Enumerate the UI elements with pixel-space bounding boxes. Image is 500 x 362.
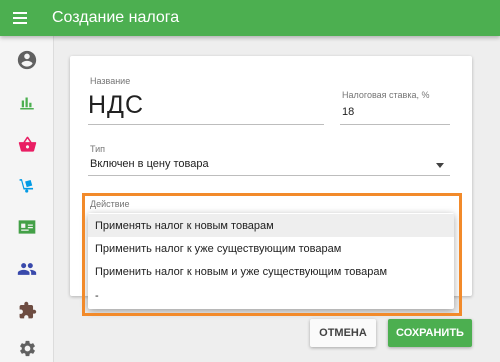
save-button[interactable]: СОХРАНИТЬ <box>388 319 472 347</box>
sidebar-item-settings[interactable] <box>0 333 54 362</box>
sidebar-item-contacts[interactable] <box>0 212 54 242</box>
dolly-icon <box>19 178 33 193</box>
rate-label: Налоговая ставка, % <box>342 90 430 100</box>
name-label: Название <box>90 76 131 86</box>
app-bar: Создание налога <box>0 0 500 36</box>
name-field[interactable]: НДС <box>88 91 144 120</box>
name-field-underline <box>88 124 324 125</box>
sidebar-item-plugins[interactable] <box>0 295 54 325</box>
sidebar-item-account[interactable] <box>0 45 54 75</box>
gear-icon <box>19 340 35 356</box>
type-label: Тип <box>90 144 106 154</box>
highlight-frame <box>82 193 462 316</box>
rate-field-underline <box>340 124 450 125</box>
bar-chart-icon <box>20 97 34 110</box>
cancel-button[interactable]: ОТМЕНА <box>310 319 376 347</box>
sidebar-item-warehouse[interactable] <box>0 170 54 200</box>
rate-field[interactable]: 18 <box>342 106 354 118</box>
type-select-underline <box>88 175 450 176</box>
sidebar-item-users[interactable] <box>0 254 54 284</box>
sidebar-item-orders[interactable] <box>0 129 54 159</box>
page-title: Создание налога <box>52 9 180 26</box>
type-select[interactable]: Включен в цену товара <box>90 158 209 170</box>
sidebar-item-reports[interactable] <box>0 87 54 117</box>
shopping-basket-icon <box>18 136 36 152</box>
people-icon <box>17 263 37 275</box>
account-circle-icon <box>17 50 37 70</box>
sidebar <box>0 36 54 362</box>
puzzle-icon <box>19 301 36 318</box>
chevron-down-icon[interactable] <box>436 163 444 168</box>
contact-card-icon <box>18 220 36 234</box>
menu-icon[interactable] <box>0 0 40 36</box>
